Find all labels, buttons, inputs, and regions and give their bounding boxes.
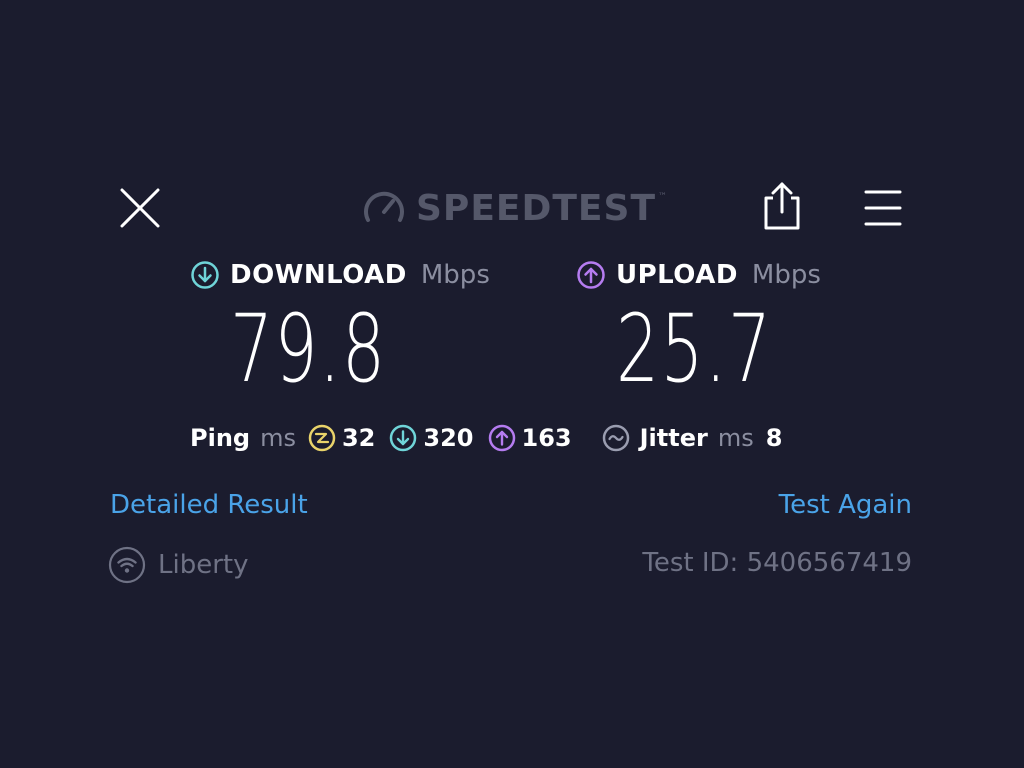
speedometer-icon (364, 191, 404, 222)
upload-speed-value: 25.7 (616, 295, 773, 404)
download-header: DOWNLOAD Mbps (190, 258, 490, 292)
upload-label: UPLOAD (616, 260, 738, 290)
ping-unit: ms (260, 424, 296, 452)
share-icon (764, 182, 800, 230)
upload-ping-value: 163 (521, 424, 572, 452)
provider-name: Liberty (158, 550, 249, 580)
logo-text: SPEEDTEST (416, 187, 657, 229)
download-speed-value: 79.8 (230, 295, 387, 404)
menu-button[interactable] (860, 186, 906, 230)
upload-header: UPLOAD Mbps (576, 258, 821, 292)
detailed-result-link[interactable]: Detailed Result (110, 490, 308, 520)
download-ping-icon (389, 424, 417, 452)
jitter-unit: ms (717, 424, 754, 452)
share-button[interactable] (758, 180, 806, 232)
idle-ping-value: 32 (341, 424, 376, 452)
close-icon (120, 188, 160, 228)
download-arrow-icon (191, 261, 219, 289)
test-id: Test ID: 5406567419 (642, 548, 912, 578)
logo-trademark: ™ (658, 192, 668, 202)
jitter-icon (602, 424, 630, 452)
jitter-label: Jitter (639, 424, 708, 452)
upload-ping-icon (488, 424, 516, 452)
close-button[interactable] (116, 184, 164, 232)
speedtest-result-screen: SPEEDTEST ™ DOWNLOAD Mbps UPLOAD Mbps 79… (0, 0, 1024, 768)
wifi-icon (108, 546, 146, 584)
provider-info: Liberty (108, 546, 248, 584)
download-unit: Mbps (420, 260, 490, 290)
download-ping-value: 320 (423, 424, 474, 452)
test-again-link[interactable]: Test Again (779, 490, 912, 520)
menu-icon (864, 190, 902, 226)
upload-unit: Mbps (751, 260, 821, 290)
jitter-value: 8 (765, 424, 783, 452)
speedtest-logo: SPEEDTEST ™ (362, 186, 667, 230)
idle-ping-icon (308, 424, 336, 452)
ping-label: Ping (190, 424, 251, 452)
ping-jitter-row: Ping ms 32 320 163 Jitter ms 8 (190, 420, 782, 456)
download-label: DOWNLOAD (230, 260, 407, 290)
upload-arrow-icon (577, 261, 605, 289)
